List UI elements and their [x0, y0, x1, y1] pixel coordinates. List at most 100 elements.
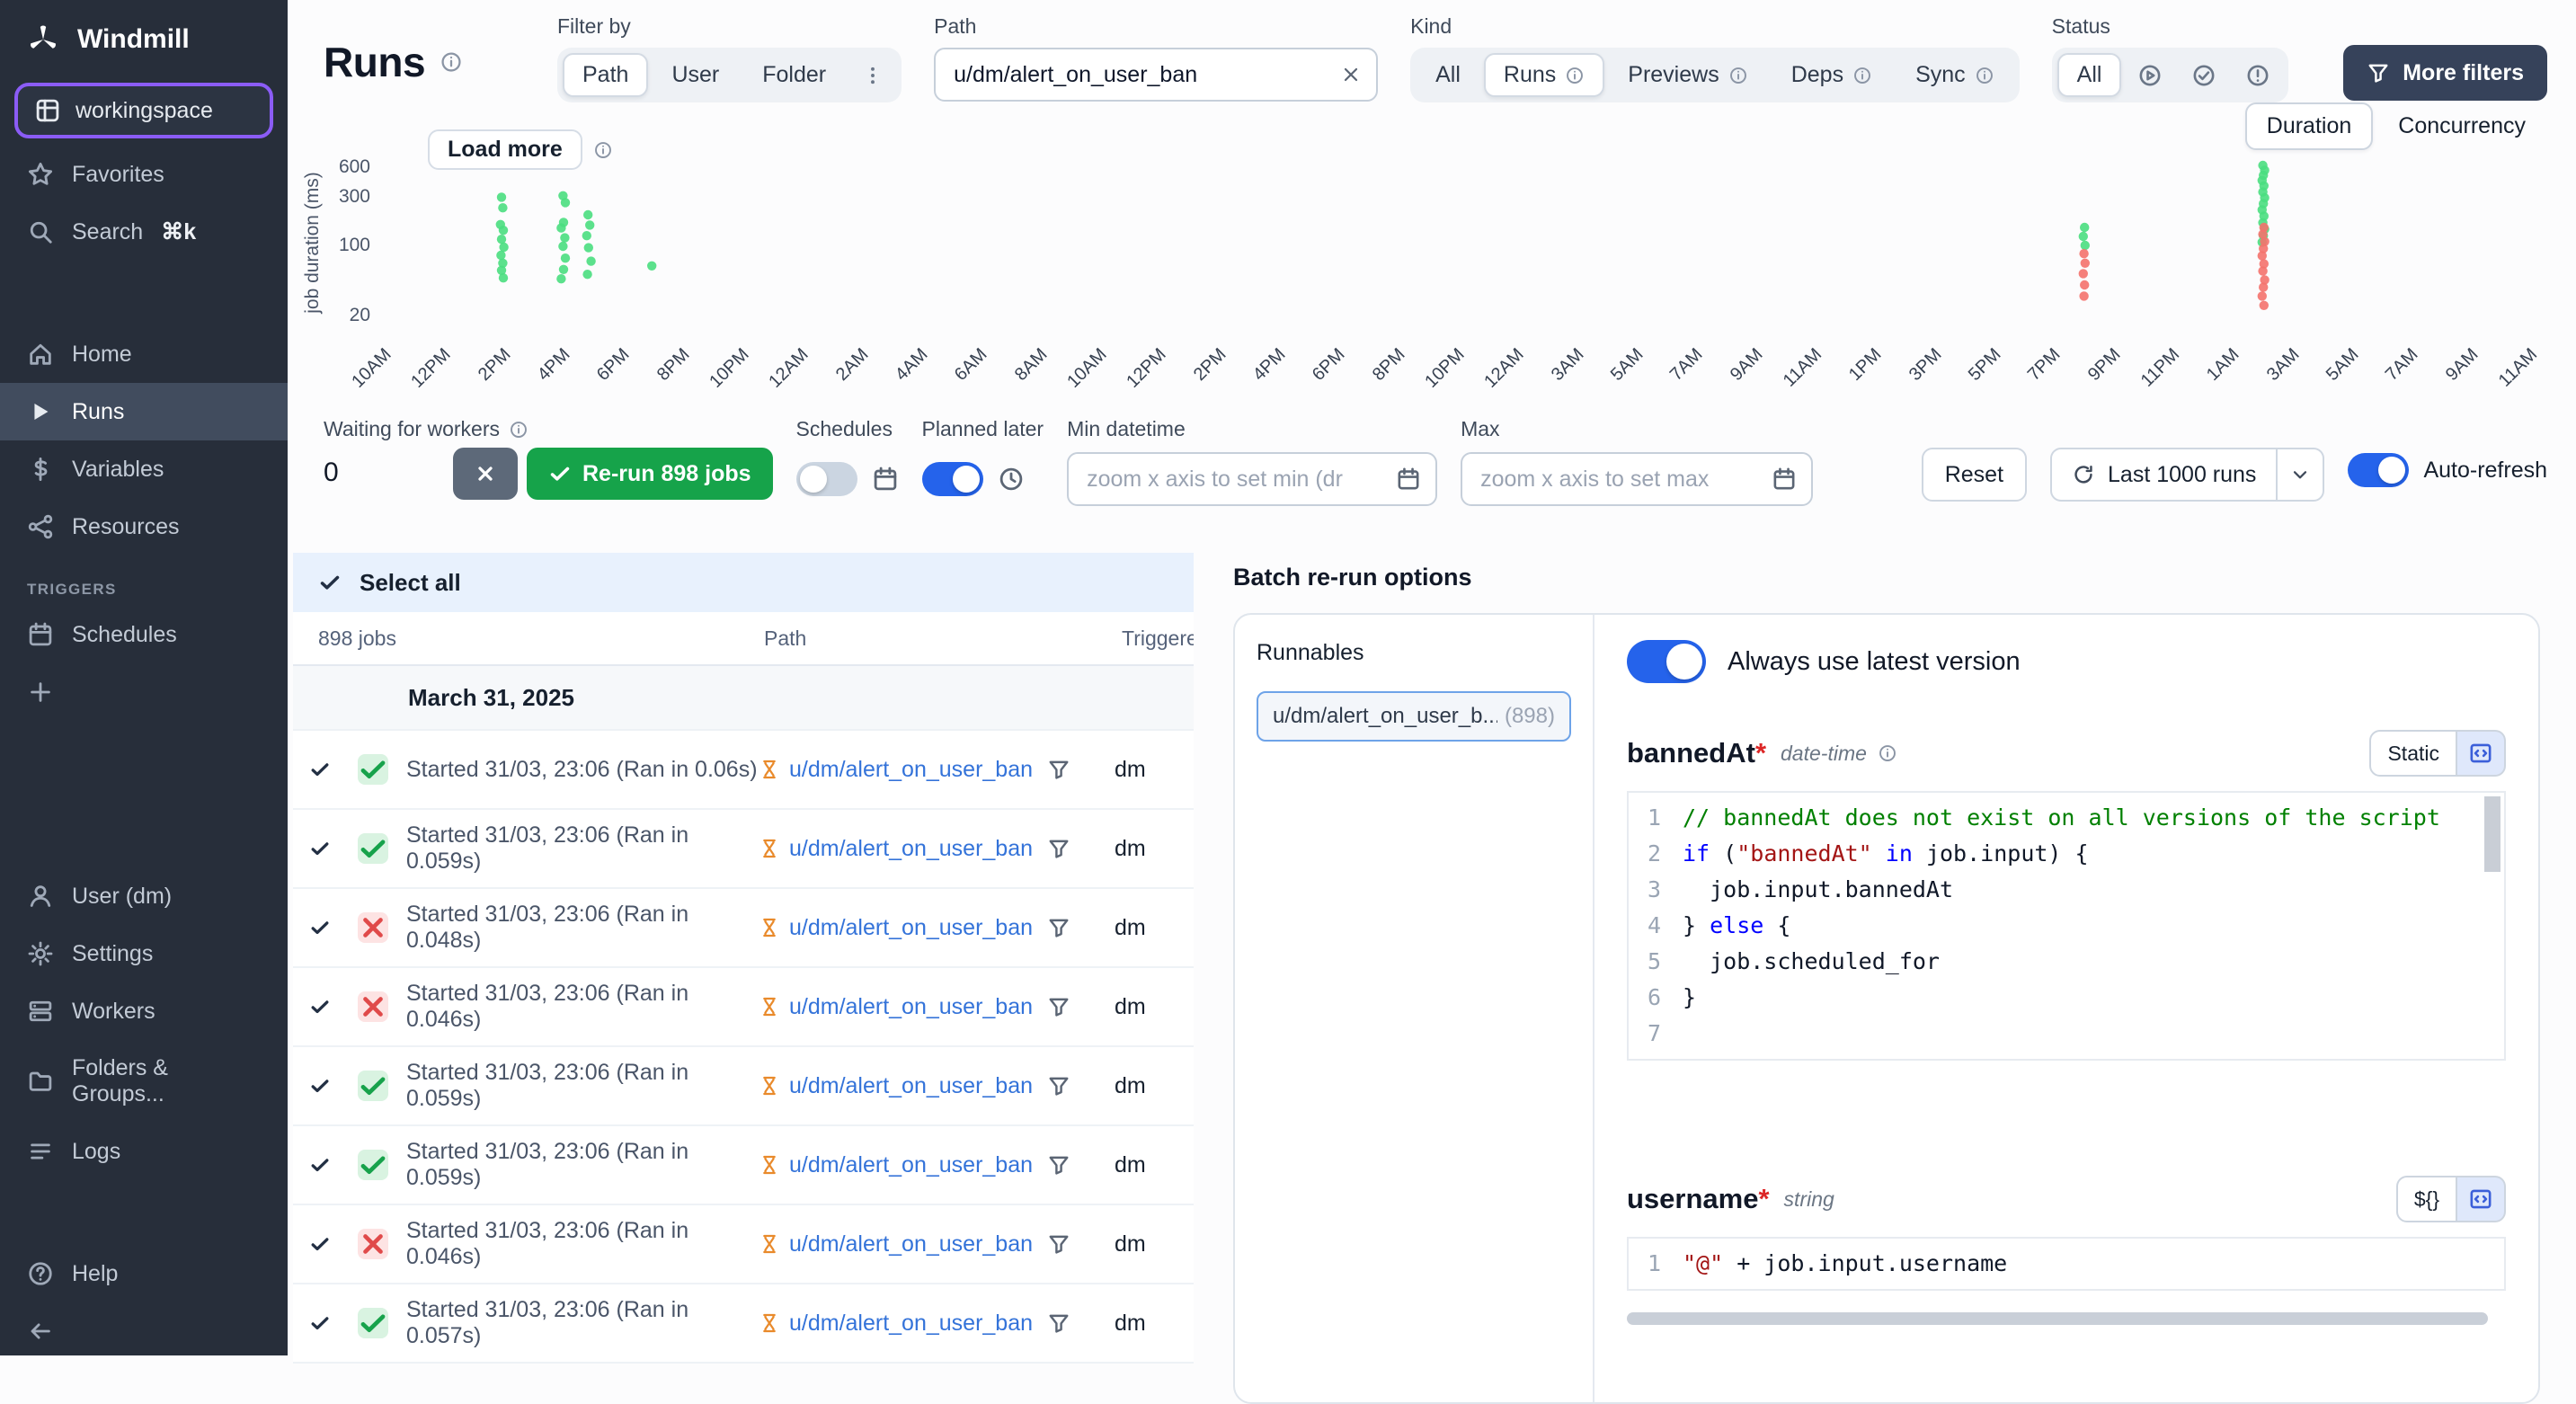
check-icon [309, 838, 331, 859]
filter-tab-folder[interactable]: Folder [742, 53, 846, 97]
row-checkbox[interactable] [309, 1233, 358, 1255]
kind-tab-runs[interactable]: Runs [1484, 53, 1604, 97]
filter-tab-path[interactable]: Path [563, 53, 648, 97]
run-row[interactable]: Started 31/03, 23:06 (Ran in 0.046s) u/d… [293, 1205, 1194, 1284]
latest-version-toggle[interactable] [1627, 640, 1706, 683]
chart-tab-concurrency[interactable]: Concurrency [2376, 102, 2547, 150]
add-trigger-button[interactable] [0, 663, 288, 721]
run-triggered-by: dm [1115, 1231, 1194, 1257]
run-path-link[interactable]: u/dm/alert_on_user_ban [789, 994, 1033, 1020]
status-tab-running[interactable] [2125, 54, 2175, 97]
row-checkbox[interactable] [309, 1075, 358, 1097]
run-path-link[interactable]: u/dm/alert_on_user_ban [789, 757, 1033, 783]
filter-by-path-icon[interactable] [1047, 1074, 1070, 1097]
brand[interactable]: Windmill [0, 0, 288, 72]
run-path-link[interactable]: u/dm/alert_on_user_ban [789, 836, 1033, 862]
select-all-row[interactable]: Select all [293, 553, 1194, 612]
sidebar-item-home[interactable]: Home [0, 325, 288, 383]
row-checkbox[interactable] [309, 917, 358, 938]
sidebar-item-favorites[interactable]: Favorites [0, 146, 288, 203]
sidebar-item-search[interactable]: Search ⌘k [0, 203, 288, 261]
cancel-selection-button[interactable] [453, 448, 518, 500]
status-tab-success[interactable] [2179, 54, 2229, 97]
max-datetime-input[interactable] [1480, 467, 1761, 493]
row-checkbox[interactable] [309, 759, 358, 780]
bannedAt-code-editor[interactable]: 1// bannedAt does not exist on all versi… [1627, 791, 2506, 1061]
run-path-link[interactable]: u/dm/alert_on_user_ban [789, 1231, 1033, 1257]
path-filter-input[interactable] [954, 62, 1329, 88]
filter-by-path-icon[interactable] [1047, 758, 1070, 781]
sidebar-item-schedules[interactable]: Schedules [0, 606, 288, 663]
row-checkbox[interactable] [309, 1154, 358, 1176]
scatter-plot[interactable]: 2010030060010AM12PM2PM4PM6PM8PM10PM12AM2… [288, 102, 2576, 403]
editor-toggle-button[interactable] [2457, 730, 2506, 777]
schedules-toggle[interactable] [796, 462, 857, 496]
run-row[interactable]: Started 31/03, 23:06 (Ran in 0.048s) u/d… [293, 889, 1194, 968]
run-row[interactable]: Started 31/03, 23:06 (Ran in 0.057s) u/d… [293, 1284, 1194, 1364]
auto-refresh-group: Auto-refresh [2348, 453, 2547, 487]
filter-by-path-icon[interactable] [1047, 1232, 1070, 1256]
last-runs-button[interactable]: Last 1000 runs [2052, 449, 2276, 500]
status-tab-failure[interactable] [2233, 54, 2283, 97]
template-mode-button[interactable]: ${} [2396, 1176, 2457, 1222]
sidebar-item-settings[interactable]: Settings [0, 925, 288, 982]
clock-icon[interactable] [998, 466, 1025, 493]
editor-toggle-button[interactable] [2457, 1176, 2506, 1222]
sidebar-item-workers[interactable]: Workers [0, 982, 288, 1040]
run-row[interactable]: Started 31/03, 23:06 (Ran in 0.059s) u/d… [293, 810, 1194, 889]
horizontal-scrollbar[interactable] [1627, 1312, 2488, 1325]
row-checkbox[interactable] [309, 1312, 358, 1334]
clear-path-button[interactable] [1340, 64, 1362, 85]
reset-button[interactable]: Reset [1922, 448, 2027, 502]
sidebar-item-logs[interactable]: Logs [0, 1123, 288, 1180]
load-more-button[interactable]: Load more [428, 129, 582, 170]
rerun-jobs-button[interactable]: Re-run 898 jobs [527, 448, 773, 500]
filter-by-path-icon[interactable] [1047, 916, 1070, 939]
runnable-item[interactable]: u/dm/alert_on_user_b... (898) [1257, 691, 1571, 742]
sidebar-item-folders-groups[interactable]: Folders & Groups... [0, 1040, 288, 1123]
filter-by-path-icon[interactable] [1047, 1153, 1070, 1177]
filter-by-path-icon[interactable] [1047, 995, 1070, 1018]
kind-tab-deps[interactable]: Deps [1772, 53, 1892, 97]
run-path-link[interactable]: u/dm/alert_on_user_ban [789, 1152, 1033, 1178]
sidebar-item-runs[interactable]: Runs [0, 383, 288, 440]
filter-by-path-icon[interactable] [1047, 837, 1070, 860]
static-mode-button[interactable]: Static [2369, 730, 2457, 777]
filter-tab-user[interactable]: User [652, 53, 739, 97]
auto-refresh-toggle[interactable] [2348, 453, 2409, 487]
filter-by-path-icon[interactable] [1047, 1311, 1070, 1335]
sidebar-item-resources[interactable]: Resources [0, 498, 288, 555]
calendar-icon[interactable] [872, 466, 899, 493]
kind-tab-previews[interactable]: Previews [1608, 53, 1767, 97]
run-path-link[interactable]: u/dm/alert_on_user_ban [789, 1311, 1033, 1337]
chart-tab-duration[interactable]: Duration [2245, 102, 2374, 150]
sidebar-item-help[interactable]: Help [0, 1245, 288, 1302]
planned-later-toggle[interactable] [922, 462, 983, 496]
chevron-down-icon [2289, 464, 2311, 485]
workspace-selector[interactable]: workingspace [14, 83, 273, 138]
run-path-link[interactable]: u/dm/alert_on_user_ban [789, 915, 1033, 941]
run-row[interactable]: Started 31/03, 23:06 (Ran in 0.059s) u/d… [293, 1047, 1194, 1126]
username-code-editor[interactable]: 1"@" + job.input.username [1627, 1237, 2506, 1291]
run-row[interactable]: Started 31/03, 23:06 (Ran in 0.06s) u/dm… [293, 731, 1194, 810]
filter-more-menu-button[interactable] [849, 56, 896, 95]
more-filters-button[interactable]: More filters [2343, 45, 2547, 101]
collapse-sidebar-button[interactable] [0, 1302, 288, 1355]
editor-scrollbar[interactable] [2484, 796, 2500, 872]
sidebar-item-variables[interactable]: Variables [0, 440, 288, 498]
kind-tab-all[interactable]: All [1416, 53, 1480, 97]
status-tab-all[interactable]: All [2057, 53, 2122, 97]
run-path-link[interactable]: u/dm/alert_on_user_ban [789, 1073, 1033, 1099]
min-datetime-input[interactable] [1087, 467, 1385, 493]
kind-tab-sync[interactable]: Sync [1896, 53, 2014, 97]
row-checkbox[interactable] [309, 996, 358, 1017]
row-checkbox[interactable] [309, 838, 358, 859]
max-datetime-picker-button[interactable] [1772, 467, 1797, 492]
check-icon [309, 1075, 331, 1097]
sidebar-item-user[interactable]: User (dm) [0, 867, 288, 925]
resources-label: Resources [72, 514, 180, 540]
last-runs-chevron-button[interactable] [2276, 449, 2323, 500]
run-row[interactable]: Started 31/03, 23:06 (Ran in 0.059s) u/d… [293, 1126, 1194, 1205]
run-row[interactable]: Started 31/03, 23:06 (Ran in 0.046s) u/d… [293, 968, 1194, 1047]
min-datetime-picker-button[interactable] [1396, 467, 1421, 492]
